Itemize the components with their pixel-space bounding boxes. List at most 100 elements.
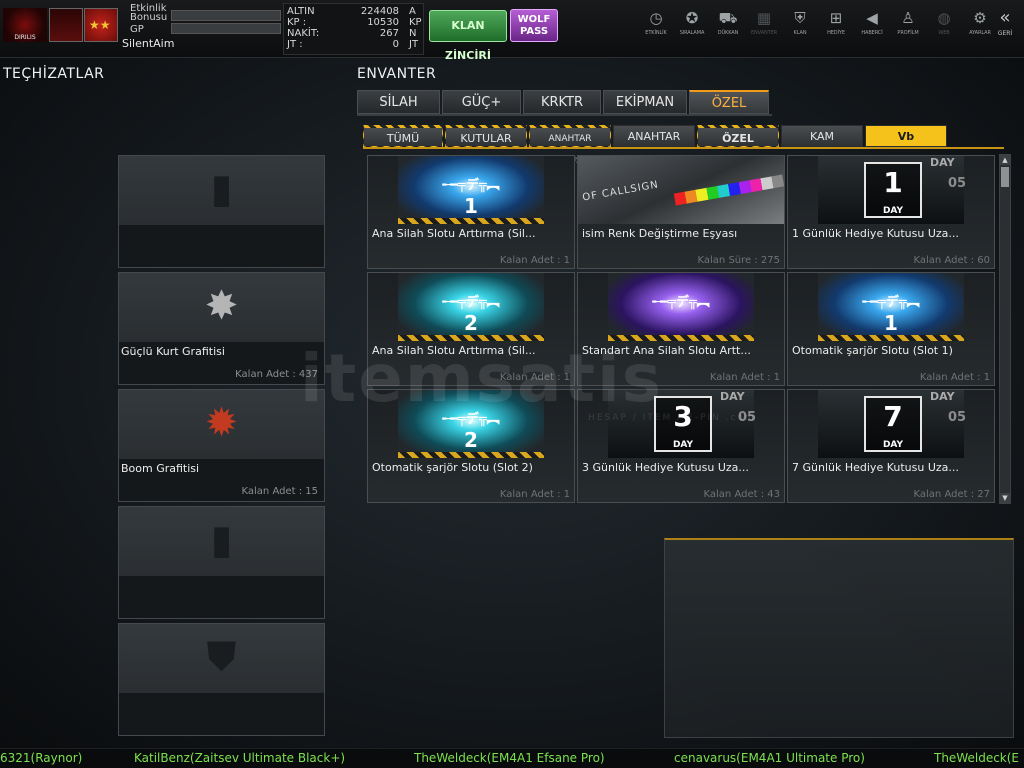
equipment-slot[interactable]: ✹ Boom Grafitisi Kalan Adet : 15 (118, 389, 325, 502)
currency-name: ALTIN (287, 6, 315, 17)
scroll-up-icon[interactable]: ▲ (1000, 155, 1010, 165)
item-remaining: Kalan Adet : 43 (703, 489, 780, 500)
day-label: DAY (672, 440, 694, 450)
topnav-label: PROFİLM (897, 30, 919, 36)
topnav-medal[interactable]: ✪ SIRALAMA (674, 8, 710, 48)
cart-icon: ⛟ (718, 9, 738, 27)
watermark-subtitle: HESAP / ITEM / E-PIN .com (588, 413, 756, 423)
equipment-slot-quantity: Kalan Adet : 15 (241, 486, 318, 497)
wolf-pass-label-1: WOLF (517, 14, 551, 25)
subtab-3[interactable]: ANAHTAR (613, 125, 695, 147)
currency-value: 10530 (367, 17, 399, 28)
rifle-icon: ╾━╤デ╦︻ (652, 295, 710, 310)
item-remaining: Kalan Adet : 1 (499, 255, 570, 266)
tab-2[interactable]: KRKTR (523, 90, 601, 114)
slot-number: 2 (464, 428, 478, 452)
currency-value: 0 (392, 39, 399, 50)
gp-label: GP (130, 24, 144, 35)
tab-1[interactable]: GÜÇ+ (442, 90, 521, 114)
day-side-number: 05 (948, 410, 967, 425)
day-label: DAY (882, 206, 904, 216)
equipment-slot-name: Güçlü Kurt Grafitisi (121, 345, 225, 358)
day-number: 1 (883, 166, 903, 199)
bonus-label: Bonusu (130, 12, 168, 23)
day-number: 7 (883, 400, 903, 433)
topnav-globe[interactable]: ◍ WEB (926, 8, 962, 48)
item-thumbnail: ╾━╤デ╦︻ 1 (818, 273, 964, 341)
item-remaining: Kalan Adet : 1 (499, 489, 570, 500)
item-remaining: Kalan Adet : 1 (919, 372, 990, 383)
subtab-4[interactable]: ÖZEL EŞYALAR (697, 125, 779, 167)
purchase-ticker: 6321(Raynor) KatilBenz(Zaitsev Ultimate B… (0, 748, 1024, 768)
profile-icon: ♙ (901, 9, 915, 27)
spray-can-icon: ▮ (210, 517, 233, 563)
item-name: Otomatik şarjör Slotu (Slot 2) (372, 461, 533, 474)
item-thumbnail: ╾━╤デ╦︻ 2 (398, 273, 544, 341)
back-button[interactable]: « GERİ (992, 8, 1018, 48)
clock-icon: ◷ (649, 9, 663, 27)
rank-badge (84, 8, 118, 42)
topnav-megaphone[interactable]: ◀ HABERCİ (854, 8, 890, 48)
topnav-cart[interactable]: ⛟ DÜKKAN (710, 8, 746, 48)
clan-chain-button[interactable]: KLAN ZİNCİRİ (429, 10, 507, 62)
item-name: 7 Günlük Hediye Kutusu Uza... (792, 461, 959, 474)
equipment-slot[interactable]: ▮ (118, 155, 325, 268)
megaphone-icon: ◀ (866, 9, 878, 27)
equipment-slot[interactable]: ⛊ (118, 623, 325, 736)
inventory-item[interactable]: OF CALLSIGN isim Renk Değiştirme Eşyası Ka… (577, 155, 785, 269)
topnav-gift[interactable]: ⊞ HEDİYE (818, 8, 854, 48)
item-detail-panel (664, 538, 1014, 738)
inventory-item[interactable]: ╾━╤デ╦︻ 1 Ana Silah Slotu Arttırma (Sil... K… (367, 155, 575, 269)
day-side-label: DAY (930, 156, 955, 169)
color-palette-icon (673, 174, 784, 206)
subtab-6[interactable]: Vb (865, 125, 947, 147)
clan-emblem[interactable] (49, 8, 83, 42)
subtab-5[interactable]: KAM (781, 125, 863, 147)
inventory-item[interactable]: 1 DAY DAY 05 1 Günlük Hediye Kutusu Uza... Ka… (787, 155, 995, 269)
slot-number: 1 (884, 311, 898, 335)
inventory-scrollbar[interactable]: ▲ ▼ (999, 154, 1011, 504)
topnav-inventory[interactable]: ▦ ENVANTER (746, 8, 782, 48)
day-side-number: 05 (948, 176, 967, 191)
game-logo-caption: DIRILIS (14, 34, 36, 41)
wolf-graffiti-icon: ✸ (204, 283, 239, 329)
currency-row-jt: JT : 0 JT (285, 39, 425, 50)
equipment-slot[interactable]: ✸ Güçlü Kurt Grafitisi Kalan Adet : 437 (118, 272, 325, 385)
currency-unit: KP (409, 17, 422, 28)
item-thumbnail: ╾━╤デ╦︻ 1 (398, 156, 544, 224)
scroll-thumb[interactable] (1001, 167, 1009, 187)
subtab-0[interactable]: TÜMÜ (363, 125, 443, 147)
subtab-2[interactable]: ANAHTAR KUTUSU (529, 125, 611, 166)
item-thumbnail: 7 DAY DAY 05 (818, 390, 967, 458)
medal-icon: ✪ (685, 9, 699, 27)
equipment-slot-name: Boom Grafitisi (121, 462, 200, 475)
topnav-profile[interactable]: ♙ PROFİLM (890, 8, 926, 48)
currency-row-gold: ALTIN 224408 A (285, 6, 425, 17)
inventory-item[interactable]: ╾━╤デ╦︻ 1 Otomatik şarjör Slotu (Slot 1) Kal… (787, 272, 995, 386)
topnav-clan-shield[interactable]: ⛨ KLAN (782, 8, 818, 48)
topnav-label: DÜKKAN (717, 30, 739, 36)
game-logo: DIRILIS (3, 8, 47, 42)
top-bar: DIRILIS Etkinlik Bonusu GP SilentAim ALT… (0, 0, 1024, 62)
tab-4[interactable]: ÖZEL (689, 90, 769, 114)
tab-0[interactable]: SİLAH (357, 90, 440, 114)
item-name: Ana Silah Slotu Arttırma (Sil... (372, 227, 536, 240)
currency-row-kp: KP : 10530 KP (285, 17, 425, 28)
subtab-1[interactable]: KUTULAR (445, 125, 527, 147)
wolf-pass-button[interactable]: WOLF PASS (510, 9, 558, 42)
wolf-pass-label-2: PASS (519, 26, 549, 37)
item-thumbnail: ╾━╤デ╦︻ (608, 273, 754, 341)
watermark-logo: itemsatis (300, 340, 663, 417)
currency-unit: JT (409, 39, 419, 50)
ticker-entry: KatilBenz(Zaitsev Ultimate Black+) (134, 751, 346, 765)
tab-3[interactable]: EKİPMAN (603, 90, 687, 114)
inventory-item[interactable]: 7 DAY DAY 05 7 Günlük Hediye Kutusu Uza... Ka… (787, 389, 995, 503)
item-thumbnail: 1 DAY DAY 05 (818, 156, 967, 224)
topnav-label: KLAN (793, 30, 807, 36)
item-remaining: Kalan Adet : 1 (709, 372, 780, 383)
equipment-slot[interactable]: ▮ (118, 506, 325, 619)
slot-number: 2 (464, 311, 478, 335)
scroll-down-icon[interactable]: ▼ (1000, 493, 1010, 503)
topnav-clock[interactable]: ◷ ETKİNLİK (638, 8, 674, 48)
event-bonus-bar (171, 10, 281, 21)
